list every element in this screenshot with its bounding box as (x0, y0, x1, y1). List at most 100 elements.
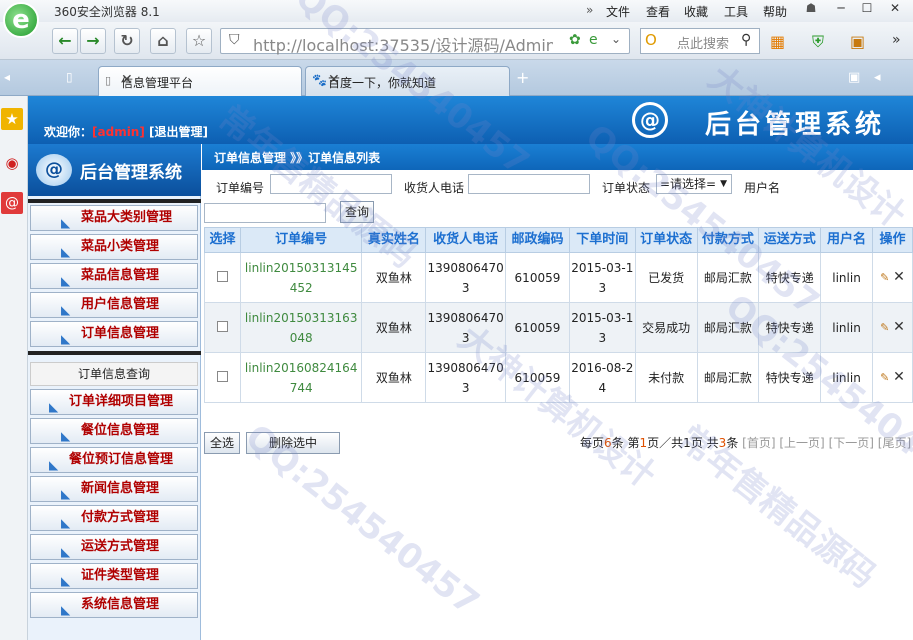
pager-total-pages: 1 (683, 436, 691, 450)
username: linlin (820, 352, 873, 403)
folder-icon: ◣ (61, 603, 71, 617)
close-tab-icon[interactable]: ✕ (121, 72, 293, 88)
menu-label: 运送方式管理 (81, 539, 160, 554)
menu-dish-category[interactable]: ◣ 菜品大类别管理 (30, 205, 198, 231)
delete-selected-button[interactable]: 删除选中 (246, 432, 340, 454)
tab-baidu[interactable]: 🐾 百度一下，你就知道 ✕ (305, 66, 510, 96)
menu-view[interactable]: 查看 (646, 3, 670, 20)
real-name: 双鱼林 (361, 252, 427, 303)
menu-favorites[interactable]: 收藏 (684, 3, 708, 20)
menu-dish-subcategory[interactable]: ◣ 菜品小类管理 (30, 234, 198, 260)
delete-icon[interactable]: ✕ (893, 269, 905, 285)
back-button[interactable]: ← (52, 28, 78, 54)
order-no-input[interactable] (270, 174, 392, 194)
first-page-link[interactable]: [首页] (742, 436, 775, 450)
delete-icon[interactable]: ✕ (893, 369, 905, 385)
real-name: 双鱼林 (361, 352, 427, 403)
menu-shipping-method[interactable]: ◣ 运送方式管理 (30, 534, 198, 560)
menu-user-info[interactable]: ◣ 用户信息管理 (30, 292, 198, 318)
menu-label: 餐位预订信息管理 (69, 452, 174, 467)
edit-icon[interactable]: ✎ (880, 271, 889, 284)
next-page-link[interactable]: [下一页] (829, 436, 874, 450)
menu-dish-info[interactable]: ◣ 菜品信息管理 (30, 263, 198, 289)
minimize-button[interactable]: ─ (830, 1, 852, 19)
checkbox[interactable] (216, 270, 228, 282)
menu-label: 菜品小类管理 (81, 239, 160, 254)
search-box[interactable]: O 点此搜索 ⚲ (640, 28, 760, 54)
row-checkbox[interactable] (204, 352, 241, 403)
new-tab-button[interactable]: + (516, 68, 529, 87)
system-title: 后台管理系统 (704, 110, 885, 140)
logout-link[interactable]: [退出管理] (149, 125, 208, 139)
table-header-row: 选择 订单编号 真实姓名 收货人电话 邮政编码 下单时间 订单状态 付款方式 运… (204, 227, 913, 253)
menu-news-info[interactable]: ◣ 新闻信息管理 (30, 476, 198, 502)
edit-icon[interactable]: ✎ (880, 371, 889, 384)
menu-order-info[interactable]: ◣ 订单信息管理 (30, 321, 198, 347)
edit-icon[interactable]: ✎ (880, 321, 889, 334)
menu-id-type[interactable]: ◣ 证件类型管理 (30, 563, 198, 589)
row-checkbox[interactable] (204, 252, 241, 303)
welcome-label: 欢迎你： (44, 125, 93, 139)
forward-button[interactable]: → (80, 28, 106, 54)
status: 已发货 (634, 252, 698, 303)
username-input[interactable] (204, 203, 326, 223)
maximize-button[interactable]: ☐ (856, 1, 878, 19)
tab-nav-icon[interactable]: ◂ (874, 70, 881, 85)
col-username: 用户名 (820, 227, 873, 253)
menu-arrow-icon[interactable]: » (586, 3, 593, 17)
search-input[interactable]: 点此搜索 (677, 33, 729, 52)
query-button[interactable]: 查询 (340, 201, 374, 223)
search-icon[interactable]: ⚲ (741, 32, 751, 48)
menu-label: 餐位信息管理 (81, 423, 160, 438)
browser-title: 360安全浏览器 8.1 (54, 5, 160, 19)
compat-icon[interactable]: ✿ (569, 32, 581, 48)
menu-order-detail[interactable]: ◣ 订单详细项目管理 (30, 389, 198, 415)
menu-label: 订单详细项目管理 (69, 394, 174, 409)
refresh-button[interactable]: ↻ (114, 28, 140, 54)
status-select[interactable]: =请选择= ▼ (656, 174, 732, 194)
home-button[interactable]: ⌂ (150, 28, 176, 54)
phone-input[interactable] (468, 174, 590, 194)
menu-tools[interactable]: 工具 (724, 3, 748, 20)
menu-system-info[interactable]: ◣ 系统信息管理 (30, 592, 198, 618)
weibo-icon[interactable]: ◉ (1, 152, 23, 174)
dropdown-chevron-icon[interactable]: ⌄ (611, 32, 621, 46)
pager-text: 条 (611, 436, 624, 450)
mail-at-icon[interactable]: @ (1, 192, 23, 214)
tab-back-icon[interactable]: ◂ (4, 70, 10, 84)
welcome-bar: 欢迎你：[admin] [退出管理] (44, 123, 208, 140)
menu-file[interactable]: 文件 (606, 3, 630, 20)
menu-order-query[interactable]: 订单信息查询 (30, 362, 198, 386)
select-all-button[interactable]: 全选 (204, 432, 240, 454)
delete-icon[interactable]: ✕ (893, 319, 905, 335)
more-icon[interactable]: » (892, 32, 901, 48)
safety-icon[interactable]: ⛨ (812, 32, 824, 52)
tab-restore-icon[interactable]: ▣ (848, 70, 860, 85)
tab-info-platform[interactable]: ▯ 信息管理平台 ✕ (98, 66, 302, 96)
address-bar[interactable]: ⛉ http://localhost:37535/设计源码/Admin/Adm … (220, 28, 630, 55)
last-page-link[interactable]: [尾页] (878, 436, 911, 450)
extension-icon[interactable]: ▣ (850, 32, 865, 51)
order-no: linlin20150313163048 (239, 302, 363, 353)
skin-icon[interactable]: ☗ (800, 1, 822, 19)
close-tab-icon[interactable]: ✕ (328, 72, 501, 88)
row-actions: ✎ ✕ (872, 252, 913, 303)
prev-page-link[interactable]: [上一页] (779, 436, 824, 450)
row-checkbox[interactable] (204, 302, 241, 353)
apps-icon[interactable]: ▦ (770, 32, 785, 51)
folder-icon: ◣ (61, 332, 71, 346)
favorites-star-icon[interactable]: ★ (1, 108, 23, 130)
menu-table-info[interactable]: ◣ 餐位信息管理 (30, 418, 198, 444)
ie-mode-icon[interactable]: e (589, 32, 598, 48)
menu-payment-method[interactable]: ◣ 付款方式管理 (30, 505, 198, 531)
close-window-button[interactable]: ✕ (882, 1, 908, 19)
menu-table-booking[interactable]: ◣ 餐位预订信息管理 (30, 447, 198, 473)
checkbox[interactable] (216, 370, 228, 382)
favorite-star-button[interactable]: ☆ (186, 28, 212, 54)
tab-list-icon[interactable]: ▯ (66, 70, 73, 84)
menu-help[interactable]: 帮助 (763, 3, 787, 20)
folder-icon: ◣ (61, 429, 71, 443)
status-select-value: =请选择= (660, 177, 717, 191)
sidebar-divider (28, 199, 201, 203)
checkbox[interactable] (216, 320, 228, 332)
